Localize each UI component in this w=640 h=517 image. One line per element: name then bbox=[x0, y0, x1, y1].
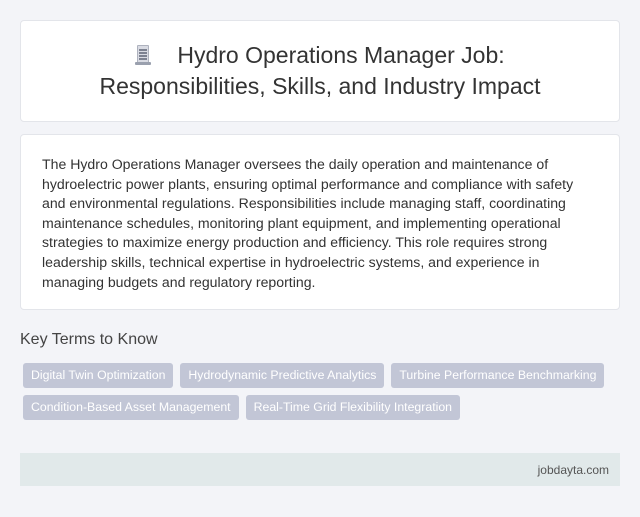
key-term-tag[interactable]: Digital Twin Optimization bbox=[23, 363, 174, 388]
key-term-tag[interactable]: Condition-Based Asset Management bbox=[23, 395, 239, 420]
key-terms-tags: Digital Twin Optimization Hydrodynamic P… bbox=[23, 363, 623, 420]
footer: jobdayta.com bbox=[20, 453, 620, 486]
description-card: The Hydro Operations Manager oversees th… bbox=[20, 134, 620, 310]
page-title: Hydro Operations Manager Job: Responsibi… bbox=[60, 40, 580, 102]
title-card: Hydro Operations Manager Job: Responsibi… bbox=[20, 20, 620, 122]
page-title-text: Hydro Operations Manager Job: Responsibi… bbox=[99, 42, 541, 99]
description-text: The Hydro Operations Manager oversees th… bbox=[42, 156, 574, 290]
document-icon bbox=[135, 45, 152, 65]
footer-site-link[interactable]: jobdayta.com bbox=[538, 463, 609, 477]
page: Hydro Operations Manager Job: Responsibi… bbox=[0, 0, 640, 517]
key-terms-heading: Key Terms to Know bbox=[20, 331, 158, 348]
key-term-tag[interactable]: Turbine Performance Benchmarking bbox=[391, 363, 605, 388]
key-term-tag[interactable]: Hydrodynamic Predictive Analytics bbox=[180, 363, 385, 388]
key-term-tag[interactable]: Real-Time Grid Flexibility Integration bbox=[245, 395, 461, 420]
